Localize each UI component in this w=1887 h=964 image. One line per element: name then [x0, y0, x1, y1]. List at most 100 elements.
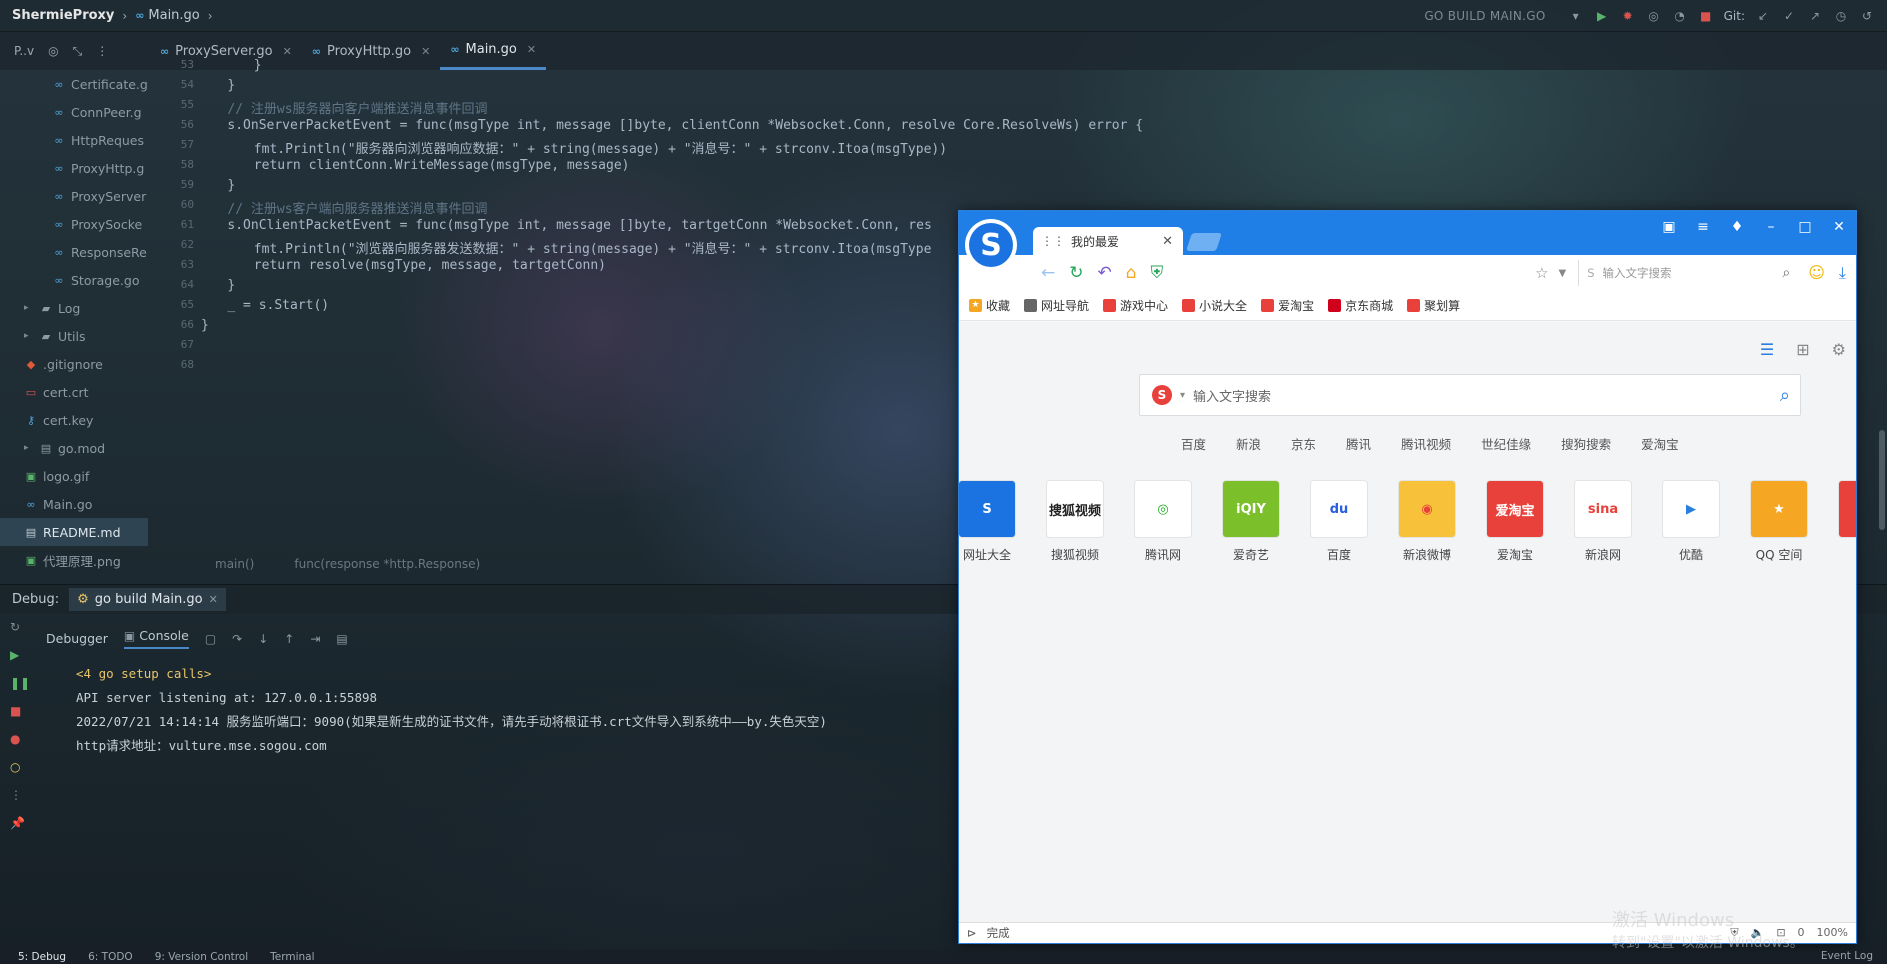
quick-link[interactable]: 世纪佳缘 — [1481, 434, 1531, 453]
close-icon[interactable]: ✕ — [283, 45, 292, 58]
tree-item[interactable]: ▣ logo.gif — [0, 462, 148, 490]
search-icon[interactable]: ⌕ — [1780, 385, 1790, 406]
smiley-icon[interactable]: ☺ — [1808, 263, 1825, 283]
site-tile[interactable]: 爱淘宝 爱淘宝 — [1475, 480, 1555, 563]
tree-item[interactable]: ∞ ConnPeer.g — [0, 98, 148, 126]
git-commit-icon[interactable]: ✓ — [1781, 8, 1797, 24]
tree-item[interactable]: ◆ .gitignore — [0, 350, 148, 378]
quick-link[interactable]: 腾讯 — [1346, 434, 1371, 453]
tree-item[interactable]: ∞ Storage.go — [0, 266, 148, 294]
tree-item[interactable]: ∞ Certificate.g — [0, 70, 148, 98]
profile-icon[interactable]: ◔ — [1672, 8, 1688, 24]
home-icon[interactable]: ⌂ — [1126, 263, 1137, 283]
tree-item[interactable]: ▣ 代理原理.png — [0, 546, 148, 570]
quick-link[interactable]: 爱淘宝 — [1641, 434, 1679, 453]
menu-icon[interactable]: ≡ — [1694, 219, 1712, 235]
git-push-icon[interactable]: ↗ — [1807, 8, 1823, 24]
run-configuration-selector[interactable]: GO BUILD MAIN.GO — [1424, 9, 1545, 23]
editor-tab[interactable]: ∞ ProxyHttp.go ✕ — [302, 32, 441, 70]
download-icon[interactable]: ⤓ — [1839, 263, 1846, 283]
tool-window-button[interactable]: 6: TODO — [88, 951, 133, 963]
site-tile[interactable]: ◉ 新浪微博 — [1387, 480, 1467, 563]
code-breadcrumb-item[interactable]: func(response *http.Response) — [294, 557, 480, 571]
site-tile[interactable]: 搜狐视频 搜狐视频 — [1035, 480, 1115, 563]
site-tile[interactable]: sina 新浪网 — [1563, 480, 1643, 563]
step-into-icon[interactable]: ↓ — [258, 632, 268, 646]
tree-item[interactable]: ▸ ▰ Utils — [0, 322, 148, 350]
restore-layout-icon[interactable]: ▢ — [205, 632, 216, 646]
more-options-icon[interactable]: ⋮ — [96, 44, 108, 58]
tree-item[interactable]: ▤ README.md — [0, 518, 148, 546]
chevron-down-icon[interactable]: ▾ — [1180, 390, 1185, 401]
new-tab-button[interactable] — [1186, 233, 1222, 251]
browser-search-input[interactable]: S 输入文字搜索 ⌕ — [1578, 260, 1798, 286]
quick-link[interactable]: 京东 — [1291, 434, 1316, 453]
close-icon[interactable]: ✕ — [209, 593, 218, 606]
bookmark-item[interactable]: 网址导航 — [1024, 297, 1089, 314]
tool-window-button[interactable]: Terminal — [270, 951, 314, 963]
site-tile[interactable]: ▶ 优酷 — [1651, 480, 1731, 563]
run-icon[interactable]: ▶ — [1594, 8, 1610, 24]
search-icon[interactable]: ⌕ — [1782, 265, 1790, 281]
history-icon[interactable]: ◷ — [1833, 8, 1849, 24]
tree-item[interactable]: ▭ cert.crt — [0, 378, 148, 406]
bookmark-item[interactable]: 小说大全 — [1182, 297, 1247, 314]
console-output[interactable]: <4 go setup calls> API server listening a… — [76, 662, 827, 758]
breadcrumb-file[interactable]: ∞ Main.go — [135, 8, 200, 23]
sogou-logo[interactable]: S — [965, 219, 1017, 271]
event-log-button[interactable]: Event Log — [1821, 950, 1873, 962]
collapse-icon[interactable]: ⤡ — [73, 44, 83, 59]
bookmark-item[interactable]: 游戏中心 — [1103, 297, 1168, 314]
tree-item[interactable]: ∞ ProxyServer — [0, 182, 148, 210]
debug-session-tab[interactable]: ⚙ go build Main.go ✕ — [69, 588, 226, 611]
security-shield-icon[interactable]: ⛨ — [1151, 263, 1164, 283]
chevron-right-icon[interactable]: ▸ — [24, 303, 34, 313]
tree-item[interactable]: ▸ ▰ Log — [0, 294, 148, 322]
back-icon[interactable]: ← — [1041, 263, 1055, 283]
bookmark-item[interactable]: 爱淘宝 — [1261, 297, 1314, 314]
chevron-down-icon[interactable]: ▾ — [1568, 8, 1584, 24]
tab-console[interactable]: ▣ Console — [123, 628, 189, 649]
pin-icon[interactable]: 📌 — [10, 816, 50, 834]
site-tile[interactable]: 天天 — [1827, 480, 1856, 563]
editor-tab[interactable]: ∞ Main.go ✕ — [440, 32, 547, 70]
site-tile[interactable]: S 网址大全 — [959, 480, 1027, 563]
close-icon[interactable]: ✕ — [421, 45, 430, 58]
project-view-selector[interactable]: P..v — [14, 44, 34, 58]
stop-icon[interactable]: ■ — [1698, 8, 1714, 24]
tree-item[interactable]: ∞ ProxyHttp.g — [0, 154, 148, 182]
bookmark-item[interactable]: 聚划算 — [1407, 297, 1460, 314]
tool-window-button[interactable]: 5: Debug — [18, 951, 66, 963]
close-tab-icon[interactable]: ✕ — [1162, 234, 1173, 249]
site-tile[interactable]: ◎ 腾讯网 — [1123, 480, 1203, 563]
quick-link[interactable]: 百度 — [1181, 434, 1206, 453]
editor-tab[interactable]: ∞ ProxyServer.go ✕ — [150, 32, 302, 70]
tab-count-icon[interactable]: ▣ — [1660, 219, 1678, 235]
list-view-icon[interactable]: ☰ — [1760, 340, 1774, 359]
step-out-icon[interactable]: ↑ — [284, 632, 294, 646]
quick-link[interactable]: 搜狗搜索 — [1561, 434, 1611, 453]
run-to-cursor-icon[interactable]: ⇥ — [310, 632, 320, 646]
pause-icon[interactable]: ❚❚ — [10, 676, 50, 694]
debug-icon[interactable]: ✹ — [1620, 8, 1636, 24]
tree-item[interactable]: ∞ Main.go — [0, 490, 148, 518]
step-over-icon[interactable]: ↷ — [232, 632, 242, 646]
refresh-icon[interactable]: ↻ — [1069, 263, 1083, 283]
vertical-scrollbar[interactable] — [1879, 430, 1885, 530]
bookmark-item[interactable]: 京东商城 — [1328, 297, 1393, 314]
resume-icon[interactable]: ▶ — [10, 648, 50, 666]
site-tile[interactable]: du 百度 — [1299, 480, 1379, 563]
view-breakpoints-icon[interactable]: ● — [10, 732, 50, 750]
undo-icon[interactable]: ↶ — [1098, 263, 1112, 283]
tab-debugger[interactable]: Debugger — [46, 631, 108, 646]
minimize-icon[interactable]: – — [1762, 219, 1780, 235]
grid-view-icon[interactable]: ⊞ — [1796, 340, 1809, 359]
git-update-icon[interactable]: ↙ — [1755, 8, 1771, 24]
close-icon[interactable]: ✕ — [527, 43, 536, 56]
stop-icon[interactable]: ■ — [10, 704, 50, 722]
chevron-down-icon[interactable]: ▼ — [1559, 268, 1567, 279]
zoom-level[interactable]: 100% — [1817, 926, 1848, 940]
coverage-icon[interactable]: ◎ — [1646, 8, 1662, 24]
rollback-icon[interactable]: ↺ — [1859, 8, 1875, 24]
quick-link[interactable]: 新浪 — [1236, 434, 1261, 453]
